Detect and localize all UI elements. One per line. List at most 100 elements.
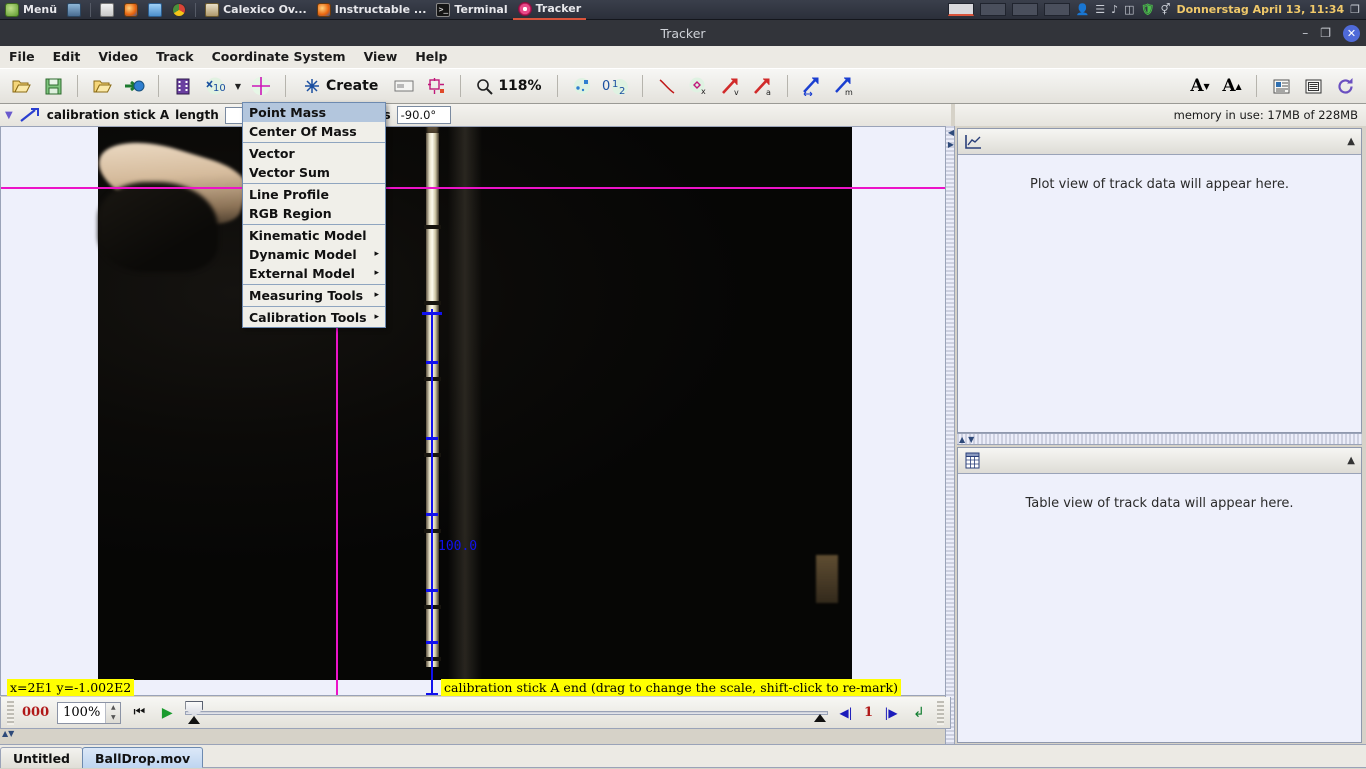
playbar-grip-right[interactable]: [937, 700, 944, 725]
font-increase-icon[interactable]: A ▲: [1217, 72, 1247, 100]
maximize-button[interactable]: ❐: [1320, 26, 1331, 40]
menu-view[interactable]: View: [355, 46, 407, 68]
position-vector-icon[interactable]: x: [684, 72, 714, 100]
plot-panel-collapse-button[interactable]: ▲: [1347, 136, 1355, 147]
video-scroll-arrows[interactable]: ▲▼: [2, 729, 16, 741]
slider-track[interactable]: [185, 710, 828, 715]
menu-coordinate-system[interactable]: Coordinate System: [203, 46, 355, 68]
create-dropdown-menu[interactable]: Point Mass Center Of Mass Vector Vector …: [242, 102, 386, 328]
menu-file[interactable]: File: [0, 46, 44, 68]
menu-item-calibration-tools[interactable]: Calibration Tools ▸: [243, 308, 385, 327]
user-icon[interactable]: 👤: [1076, 3, 1090, 16]
workspace-1[interactable]: [947, 3, 974, 16]
loop-toggle-icon[interactable]: ↲: [909, 705, 929, 721]
video-frame[interactable]: [89, 127, 852, 680]
frame-step-dropdown-icon[interactable]: ▼: [232, 72, 244, 100]
clock[interactable]: Donnerstag April 13, 11:34: [1176, 3, 1344, 16]
play-rate-spinner[interactable]: 100% ▲ ▼: [57, 701, 122, 724]
launcher-calculator[interactable]: [95, 0, 119, 20]
launcher-browser[interactable]: [167, 0, 191, 20]
calibration-line[interactable]: [431, 309, 433, 695]
digits-icon[interactable]: 012: [599, 72, 633, 100]
plot-icon[interactable]: [964, 134, 982, 150]
track-control-icon[interactable]: [389, 72, 419, 100]
bluetooth-icon[interactable]: ⚥: [1161, 3, 1171, 16]
play-button[interactable]: ▶: [157, 705, 177, 721]
video-panel[interactable]: 100.0: [0, 126, 951, 696]
notes-icon[interactable]: [1266, 72, 1296, 100]
volume-icon[interactable]: ♪: [1111, 3, 1118, 16]
calibration-icon[interactable]: [567, 72, 597, 100]
window-button-terminal[interactable]: >_ Terminal: [431, 0, 512, 20]
workspace-2[interactable]: [979, 3, 1006, 16]
zoom-button[interactable]: 118%: [470, 72, 547, 100]
export-icon[interactable]: [119, 72, 149, 100]
launcher-files[interactable]: [143, 0, 167, 20]
slider-end-marker-icon[interactable]: [813, 713, 826, 722]
window-button-tracker[interactable]: Tracker: [512, 0, 587, 20]
save-file-icon[interactable]: [38, 72, 68, 100]
horizontal-splitter[interactable]: ▲ ▼: [957, 433, 1362, 445]
vector-stretch-icon[interactable]: [797, 72, 827, 100]
splitter-collapse-left-icon[interactable]: ◀: [946, 128, 956, 138]
rewind-button[interactable]: ⏮: [129, 705, 149, 720]
wifi-icon[interactable]: ☰: [1095, 3, 1105, 16]
x-axis-line[interactable]: [1, 187, 950, 189]
data-tool-icon[interactable]: [1298, 72, 1328, 100]
autotracker-icon[interactable]: [421, 72, 451, 100]
menu-item-vector[interactable]: Vector: [243, 144, 385, 163]
workspace-4[interactable]: [1043, 3, 1070, 16]
menu-item-point-mass[interactable]: Point Mass: [243, 103, 385, 122]
menu-item-dynamic-model[interactable]: Dynamic Model ▸: [243, 245, 385, 264]
window-button-instructable[interactable]: Instructable ...: [312, 0, 432, 20]
play-rate-stepper[interactable]: ▲ ▼: [105, 702, 121, 723]
calibration-start-marker[interactable]: [422, 312, 442, 315]
shield-icon[interactable]: 🛡: [1141, 3, 1155, 16]
xaxis-input[interactable]: -90.0°: [396, 106, 451, 124]
menu-track[interactable]: Track: [147, 46, 202, 68]
font-decrease-icon[interactable]: A ▼: [1185, 72, 1215, 100]
menu-item-center-of-mass[interactable]: Center Of Mass: [243, 122, 385, 141]
launcher-firefox[interactable]: [119, 0, 143, 20]
menu-help[interactable]: Help: [406, 46, 456, 68]
track-dropdown-arrow-icon[interactable]: ▼: [5, 110, 13, 121]
mass-vector-icon[interactable]: m: [829, 72, 859, 100]
menu-item-measuring-tools[interactable]: Measuring Tools ▸: [243, 286, 385, 305]
refresh-icon[interactable]: [1330, 72, 1360, 100]
tape-measure-icon[interactable]: [652, 72, 682, 100]
open-video-icon[interactable]: [87, 72, 117, 100]
menu-item-line-profile[interactable]: Line Profile: [243, 185, 385, 204]
next-frame-button[interactable]: |▶: [881, 706, 901, 720]
splitter-collapse-down-icon[interactable]: ▼: [968, 435, 974, 444]
frame-step-icon[interactable]: 10: [200, 72, 230, 100]
minimize-button[interactable]: –: [1302, 26, 1308, 40]
menu-item-rgb-region[interactable]: RGB Region: [243, 204, 385, 223]
splitter-collapse-right-icon[interactable]: ▶: [946, 140, 956, 150]
menu-item-vector-sum[interactable]: Vector Sum: [243, 163, 385, 182]
start-menu-button[interactable]: Menü: [0, 0, 62, 20]
menu-item-external-model[interactable]: External Model ▸: [243, 264, 385, 283]
track-name-label[interactable]: calibration stick A: [47, 108, 169, 122]
rate-down-icon[interactable]: ▼: [106, 713, 120, 723]
acceleration-vector-icon[interactable]: a: [748, 72, 778, 100]
menu-item-kinematic-model[interactable]: Kinematic Model: [243, 226, 385, 245]
rate-up-icon[interactable]: ▲: [106, 703, 120, 713]
show-axes-icon[interactable]: [246, 72, 276, 100]
window-list-icon[interactable]: ❐: [1350, 3, 1360, 16]
menu-video[interactable]: Video: [89, 46, 147, 68]
video-clip-icon[interactable]: [168, 72, 198, 100]
create-button[interactable]: Create: [295, 72, 387, 100]
show-desktop-button[interactable]: [62, 0, 86, 20]
previous-frame-button[interactable]: ◀|: [836, 706, 856, 720]
table-icon[interactable]: [964, 452, 981, 469]
frame-slider[interactable]: [185, 700, 828, 726]
menu-edit[interactable]: Edit: [44, 46, 90, 68]
workspace-3[interactable]: [1011, 3, 1038, 16]
velocity-vector-icon[interactable]: v: [716, 72, 746, 100]
open-file-icon[interactable]: [6, 72, 36, 100]
vertical-splitter[interactable]: ◀ ▶: [945, 126, 955, 745]
tab-balldrop[interactable]: BallDrop.mov: [82, 747, 204, 768]
tab-untitled[interactable]: Untitled: [0, 747, 83, 768]
battery-icon[interactable]: ◫: [1124, 3, 1134, 16]
splitter-collapse-up-icon[interactable]: ▲: [959, 435, 965, 444]
